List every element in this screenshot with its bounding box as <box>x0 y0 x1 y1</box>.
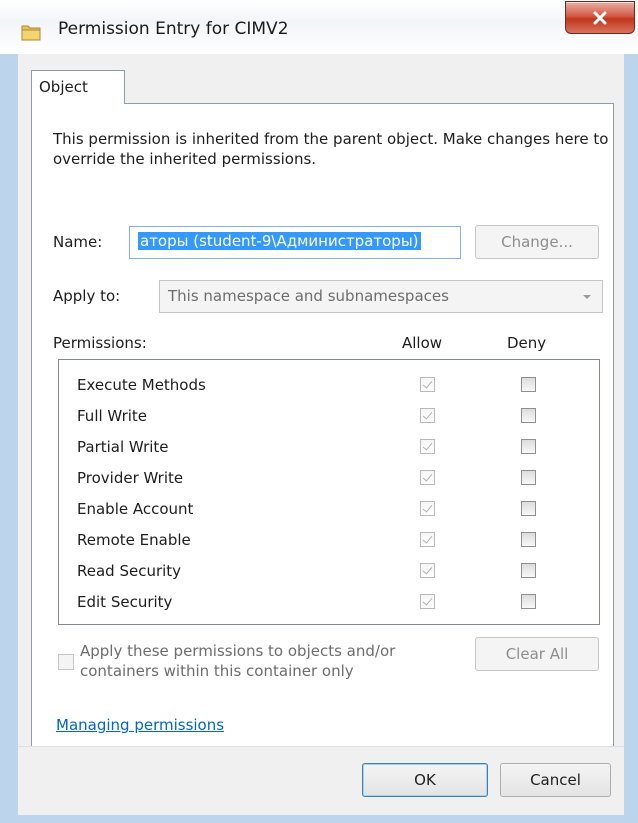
allow-checkbox[interactable] <box>420 532 435 547</box>
allow-checkbox[interactable] <box>420 439 435 454</box>
allow-checkbox[interactable] <box>420 408 435 423</box>
deny-checkbox[interactable] <box>521 501 536 516</box>
apply-container-label: Apply these permissions to objects and/o… <box>80 642 396 680</box>
permission-name: Edit Security <box>77 593 173 611</box>
deny-header: Deny <box>507 334 547 352</box>
permission-name: Full Write <box>77 407 148 425</box>
clear-all-button[interactable]: Clear All <box>475 637 599 671</box>
permission-row: Edit Security <box>59 586 599 617</box>
deny-checkbox[interactable] <box>521 470 536 485</box>
tab-label: Object <box>39 78 88 96</box>
inheritance-description: This permission is inherited from the pa… <box>53 130 609 168</box>
deny-checkbox[interactable] <box>521 563 536 578</box>
permission-row: Enable Account <box>59 493 599 524</box>
close-icon <box>593 11 607 24</box>
permission-name: Execute Methods <box>77 376 206 394</box>
allow-checkbox[interactable] <box>420 377 435 392</box>
apply-to-value: This namespace and subnamespaces <box>168 287 449 305</box>
allow-header: Allow <box>402 334 443 352</box>
chevron-down-icon <box>583 295 591 299</box>
deny-checkbox[interactable] <box>521 439 536 454</box>
name-field[interactable]: аторы (student-9\Администраторы) <box>129 226 461 259</box>
permission-row: Partial Write <box>59 431 599 462</box>
apply-to-dropdown[interactable]: This namespace and subnamespaces <box>159 280 603 313</box>
allow-checkbox[interactable] <box>420 501 435 516</box>
deny-checkbox[interactable] <box>521 408 536 423</box>
folder-icon <box>21 25 41 41</box>
allow-checkbox[interactable] <box>420 594 435 609</box>
permission-name: Remote Enable <box>77 531 191 549</box>
apply-container-checkbox[interactable] <box>58 654 74 670</box>
deny-checkbox[interactable] <box>521 594 536 609</box>
name-label: Name: <box>53 233 103 251</box>
name-value: аторы (student-9\Администраторы) <box>138 232 421 250</box>
managing-permissions-link[interactable]: Managing permissions <box>56 716 224 734</box>
deny-checkbox[interactable] <box>521 532 536 547</box>
permission-row: Execute Methods <box>59 369 599 400</box>
permission-name: Enable Account <box>77 500 194 518</box>
change-button[interactable]: Change... <box>475 225 599 259</box>
ok-button[interactable]: OK <box>362 763 488 797</box>
permission-name: Partial Write <box>77 438 169 456</box>
title-bar[interactable]: Permission Entry for CIMV2 <box>0 0 638 54</box>
dialog-client: Object This permission is inherited from… <box>18 54 624 815</box>
permission-row: Provider Write <box>59 462 599 493</box>
button-bar: OK Cancel <box>18 746 624 815</box>
permission-row: Read Security <box>59 555 599 586</box>
window-title: Permission Entry for CIMV2 <box>58 19 289 39</box>
cancel-button[interactable]: Cancel <box>500 763 611 797</box>
permission-row: Full Write <box>59 400 599 431</box>
permission-row: Remote Enable <box>59 524 599 555</box>
close-button[interactable] <box>565 1 635 34</box>
permissions-label: Permissions: <box>53 334 147 352</box>
apply-to-label: Apply to: <box>53 287 121 305</box>
permission-name: Provider Write <box>77 469 184 487</box>
permission-name: Read Security <box>77 562 182 580</box>
tab-object[interactable]: Object <box>31 70 125 104</box>
deny-checkbox[interactable] <box>521 377 536 392</box>
allow-checkbox[interactable] <box>420 563 435 578</box>
permission-entry-window: Permission Entry for CIMV2 Object This p… <box>0 0 638 823</box>
allow-checkbox[interactable] <box>420 470 435 485</box>
permissions-list[interactable]: Execute Methods Full Write Partial Write… <box>58 359 600 625</box>
